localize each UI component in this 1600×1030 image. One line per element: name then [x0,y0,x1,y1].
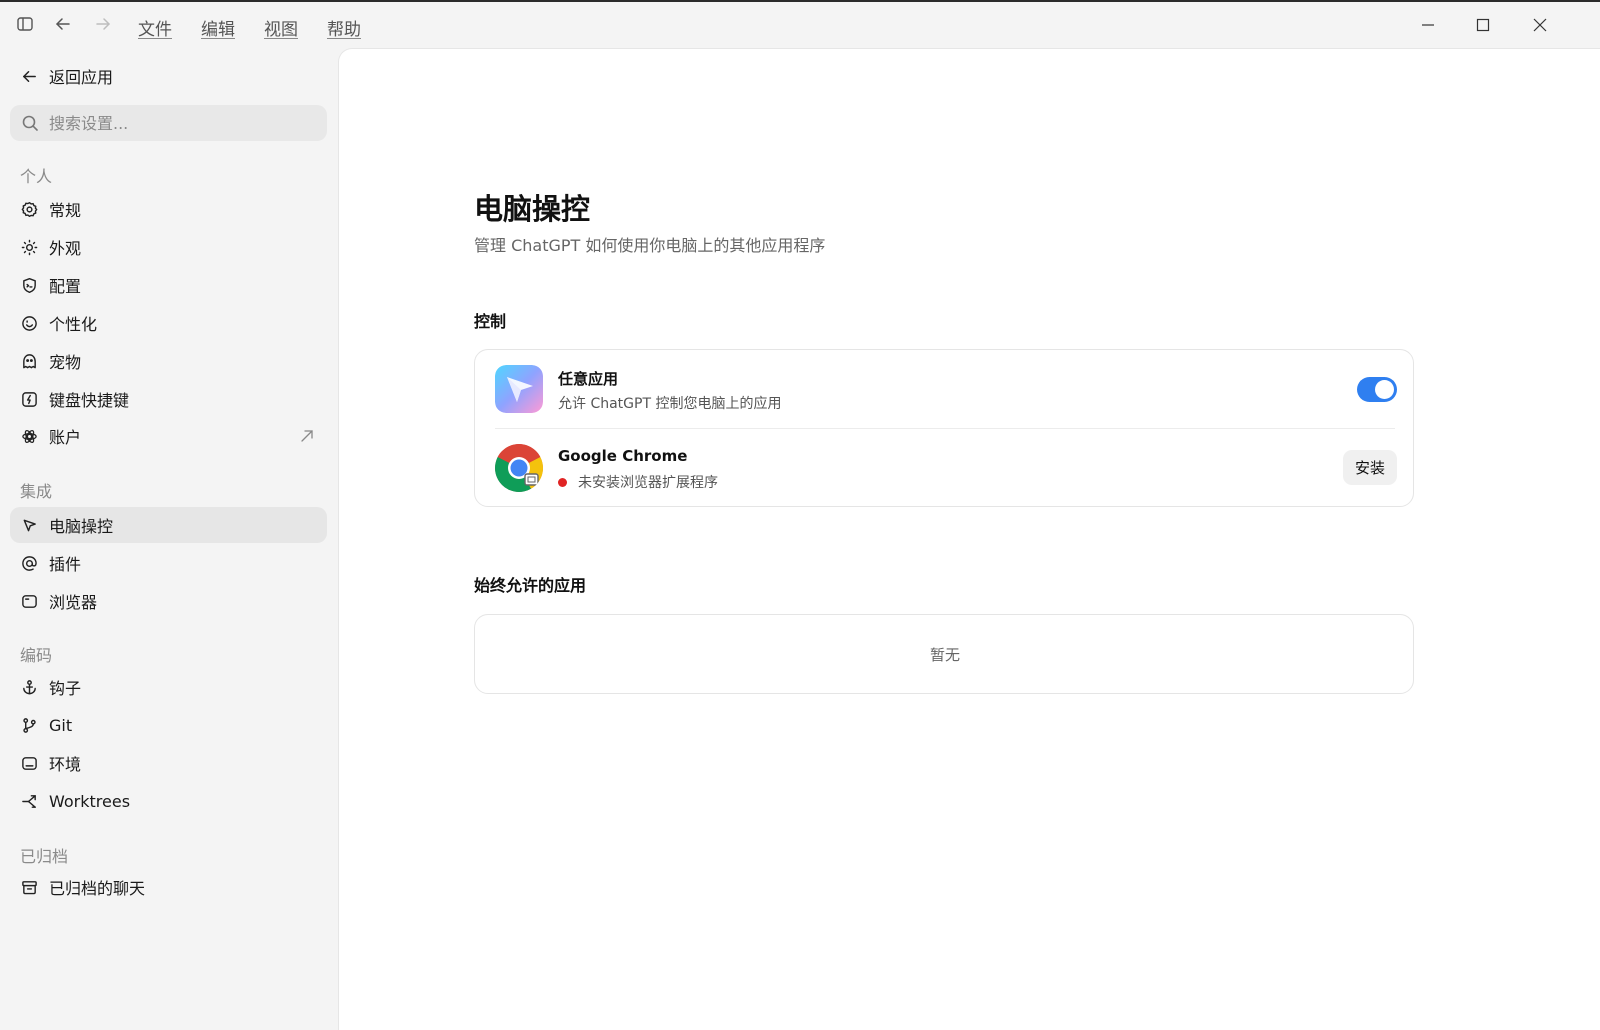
menu-edit[interactable]: 编辑 [201,15,235,40]
any-app-description: 允许 ChatGPT 控制您电脑上的应用 [558,396,782,412]
sidebar-item-label: 钩子 [49,679,82,698]
sidebar-item-label: 账户 [49,428,82,447]
control-card: 任意应用 允许 ChatGPT 控制您电脑上的应用 Google Chrome … [474,349,1414,507]
sidebar-item-label: 个性化 [49,315,98,334]
chrome-status-text: 未安装浏览器扩展程序 [578,475,718,491]
chrome-row: Google Chrome 未安装浏览器扩展程序 安装 [475,429,1415,507]
sidebar-item-general[interactable]: 常规 [10,191,327,227]
account-icon [20,427,38,445]
menu-help[interactable]: 帮助 [327,15,361,40]
gear-icon [20,200,38,218]
sidebar-item-account[interactable]: 账户 [10,418,327,454]
sidebar-item-label: 宠物 [49,353,82,372]
sidebar-item-label: 已归档的聊天 [49,879,146,898]
sidebar-item-git[interactable]: Git [10,707,327,743]
sidebar-item-computer-control[interactable]: 电脑操控 [10,507,327,543]
settings-search[interactable] [10,105,327,141]
pet-icon [20,352,38,370]
any-app-subtitle: 允许 ChatGPT 控制您电脑上的应用 [558,393,781,413]
sidebar-item-hooks[interactable]: 钩子 [10,669,327,705]
search-input[interactable] [49,113,309,133]
settings-main-panel: 电脑操控 管理 ChatGPT 如何使用你电脑上的其他应用程序 控制 任意应用 … [338,48,1600,1030]
smile-icon [20,314,38,332]
any-app-icon [495,365,543,413]
install-extension-button[interactable]: 安装 [1343,450,1397,485]
sidebar-item-worktrees[interactable]: Worktrees [10,783,327,819]
close-icon[interactable] [1526,12,1554,38]
any-app-toggle[interactable] [1357,377,1397,402]
git-branch-icon [20,716,38,734]
archive-icon [20,878,38,896]
page-title: 电脑操控 [474,192,591,226]
browser-icon [20,592,38,610]
settings-sidebar: 返回应用 个人 常规 外观 配置 个性化 宠物 [0,48,338,1030]
sidebar-item-keyboard-shortcuts[interactable]: 键盘快捷键 [10,381,327,417]
sidebar-item-label: 常规 [49,201,82,220]
section-label-integrations: 集成 [20,482,53,501]
sidebar-item-configuration[interactable]: 配置 [10,267,327,303]
sidebar-item-label: 环境 [49,755,82,774]
any-app-title: 任意应用 [558,370,619,388]
chrome-icon [495,444,543,492]
at-icon [20,554,38,572]
sidebar-item-browser[interactable]: 浏览器 [10,583,327,619]
sidebar-item-label: 浏览器 [49,593,98,612]
back-to-app-label: 返回应用 [49,68,114,87]
sun-icon [20,238,38,256]
toggle-knob [1375,380,1394,399]
title-bar: 文件 编辑 视图 帮助 [0,2,1600,48]
back-to-app-button[interactable]: 返回应用 [10,58,327,94]
sidebar-item-label: 外观 [49,239,82,258]
sidebar-item-pets[interactable]: 宠物 [10,343,327,379]
chrome-title: Google Chrome [558,447,688,465]
external-link-icon [299,428,315,444]
sidebar-item-label: Git [49,715,73,735]
section-label-personal: 个人 [20,167,53,186]
sidebar-item-appearance[interactable]: 外观 [10,229,327,265]
sidebar-item-label: 电脑操控 [49,517,114,536]
shield-icon [20,276,38,294]
sidebar-item-label: 插件 [49,555,82,574]
sidebar-item-archived-chats[interactable]: 已归档的聊天 [10,869,327,905]
sidebar-item-personalization[interactable]: 个性化 [10,305,327,341]
menu-view[interactable]: 视图 [264,15,298,40]
environment-icon [20,754,38,772]
sidebar-item-environment[interactable]: 环境 [10,745,327,781]
sidebar-item-label: 键盘快捷键 [49,391,130,410]
back-arrow-icon[interactable] [53,14,73,34]
page-subtitle: 管理 ChatGPT 如何使用你电脑上的其他应用程序 [474,236,826,255]
minimize-icon[interactable] [1414,12,1442,38]
chrome-status: 未安装浏览器扩展程序 [558,472,718,492]
sidebar-item-plugins[interactable]: 插件 [10,545,327,581]
cursor-icon [20,516,38,534]
sidebar-item-label: Worktrees [49,791,131,811]
always-allowed-card: 暂无 [474,614,1414,694]
forward-arrow-icon[interactable] [93,14,113,34]
keyboard-icon [20,390,38,408]
section-label-archived: 已归档 [20,847,69,866]
anchor-icon [20,678,38,696]
sidebar-toggle-icon[interactable] [15,14,35,34]
maximize-icon[interactable] [1469,12,1497,38]
search-icon [21,114,39,132]
empty-state-text: 暂无 [929,646,960,664]
worktree-icon [20,792,38,810]
section-heading-control: 控制 [474,312,507,331]
section-label-coding: 编码 [20,646,53,665]
any-app-row: 任意应用 允许 ChatGPT 控制您电脑上的应用 [475,350,1415,428]
menu-file[interactable]: 文件 [138,15,172,40]
section-heading-always-allowed: 始终允许的应用 [474,576,587,595]
arrow-left-icon [20,67,38,85]
sidebar-item-label: 配置 [49,277,82,296]
status-error-dot [558,477,567,487]
